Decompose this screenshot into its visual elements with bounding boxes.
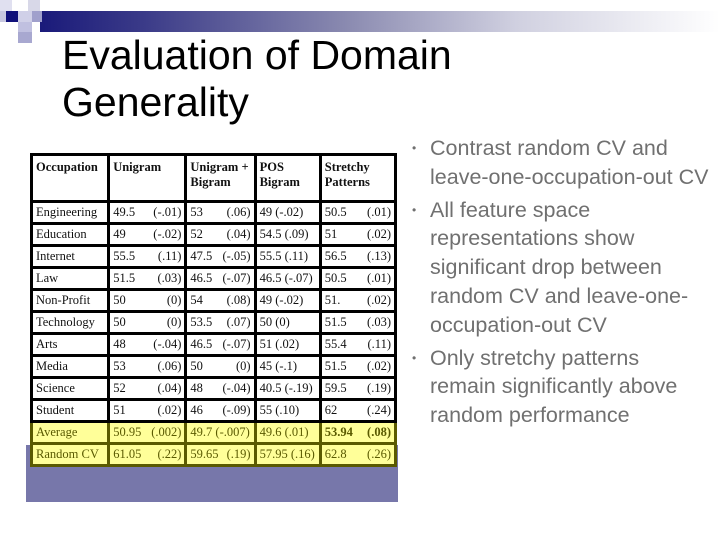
- bullet-dot-icon: •: [412, 141, 417, 155]
- results-table: Occupation Unigram Unigram + Bigram POS …: [29, 153, 398, 467]
- table-row: Internet 55.5 (.11) 47.5 (-.05) 55.5 (.11) 56.…: [29, 244, 398, 269]
- cell-stretchy-patterns: 55.4 (.11): [318, 332, 398, 357]
- cell-unigram-bigram: 54 (.08): [184, 288, 257, 313]
- cell-unigram: 55.5 (.11): [107, 244, 188, 269]
- cell-pos-bigram: 40.5 (-.19): [253, 376, 322, 401]
- header-gradient-bar: [40, 11, 720, 32]
- cell-unigram-bigram: 52 (.04): [184, 222, 257, 247]
- bullet-item: • Only stretchy patterns remain signific…: [412, 345, 678, 428]
- header-unigram-bigram: Unigram + Bigram: [184, 153, 257, 203]
- cell-stretchy-patterns: 62.8 (.26): [318, 442, 398, 467]
- cell-occupation: Random CV: [29, 442, 111, 467]
- cell-unigram: 51.5 (.03): [107, 266, 188, 291]
- cell-unigram-bigram: 46.5 (-.07): [184, 266, 257, 291]
- cell-pos-bigram: 49.6 (.01): [253, 420, 322, 445]
- deco-square: [18, 32, 32, 43]
- cell-occupation: Media: [29, 354, 111, 379]
- header-occupation: Occupation: [29, 153, 111, 203]
- cell-occupation: Science: [29, 376, 111, 401]
- cell-unigram: 48 (-.04): [107, 332, 188, 357]
- table-row: Media 53 (.06) 50 (0) 45 (-.1) 51.5 (.02): [29, 354, 398, 379]
- cell-unigram: 49 (-.02): [107, 222, 188, 247]
- cell-stretchy-patterns: 51 (.02): [318, 222, 398, 247]
- table-row: Education 49 (-.02) 52 (.04) 54.5 (.09) 51 (.02…: [29, 222, 398, 247]
- cell-occupation: Law: [29, 266, 111, 291]
- deco-square: [0, 22, 18, 32]
- header-pos-bigram: POS Bigram: [253, 153, 322, 203]
- cell-stretchy-patterns: 56.5 (.13): [318, 244, 398, 269]
- deco-square: [18, 11, 32, 22]
- table-row: Average 50.95 (.002) 49.7 (-.007) 49.6 (.01)…: [29, 420, 398, 445]
- header-unigram: Unigram: [107, 153, 188, 203]
- cell-unigram: 49.5 (-.01): [107, 200, 188, 225]
- cell-pos-bigram: 49 (-.02): [253, 200, 322, 225]
- table-row: Science 52 (.04) 48 (-.04) 40.5 (-.19) 59.5 (.1…: [29, 376, 398, 401]
- cell-stretchy-patterns: 51.5 (.03): [318, 310, 398, 335]
- cell-pos-bigram: 46.5 (-.07): [253, 266, 322, 291]
- deco-square: [12, 0, 28, 11]
- cell-stretchy-patterns: 51.5 (.02): [318, 354, 398, 379]
- results-table-container: Occupation Unigram Unigram + Bigram POS …: [29, 153, 398, 467]
- table-header-row: Occupation Unigram Unigram + Bigram POS …: [29, 153, 398, 203]
- bullet-dot-icon: •: [412, 202, 417, 217]
- cell-stretchy-patterns: 53.94 (.08): [318, 420, 398, 445]
- bullet-dot-icon: •: [412, 350, 417, 365]
- bullet-item: • All feature space representations show…: [412, 197, 689, 337]
- cell-stretchy-patterns: 50.5 (.01): [318, 200, 398, 225]
- deco-square: [6, 11, 18, 22]
- table-row: Engineering 49.5 (-.01) 53 (.06) 49 (-.02) 50.…: [29, 200, 398, 225]
- slide-title: Evaluation of Domain Generality: [62, 32, 452, 125]
- cell-unigram: 50.95 (.002): [107, 420, 188, 445]
- cell-pos-bigram: 54.5 (.09): [253, 222, 322, 247]
- cell-pos-bigram: 45 (-.1): [253, 354, 322, 379]
- cell-unigram: 50 (0): [107, 310, 188, 335]
- cell-unigram: 61.05 (.22): [107, 442, 188, 467]
- cell-occupation: Engineering: [29, 200, 111, 225]
- cell-pos-bigram: 50 (0): [253, 310, 322, 335]
- cell-unigram: 50 (0): [107, 288, 188, 313]
- cell-pos-bigram: 57.95 (.16): [253, 442, 322, 467]
- cell-unigram-bigram: 46 (-.09): [184, 398, 257, 423]
- cell-unigram: 51 (.02): [107, 398, 188, 423]
- cell-unigram-bigram: 47.5 (-.05): [184, 244, 257, 269]
- header-stretchy-patterns: Stretchy Patterns: [318, 153, 398, 203]
- cell-pos-bigram: 55.5 (.11): [253, 244, 322, 269]
- table-row: Student 51 (.02) 46 (-.09) 55 (.10) 62 (.24): [29, 398, 398, 423]
- deco-square: [18, 22, 32, 32]
- bullet-list: • Contrast random CV and leave-one-occup…: [410, 134, 710, 430]
- deco-square: [32, 11, 42, 22]
- cell-unigram: 53 (.06): [107, 354, 188, 379]
- table-row: Random CV 61.05 (.22) 59.65 (.19) 57.95 (.16)…: [29, 442, 398, 467]
- cell-unigram-bigram: 59.65 (.19): [184, 442, 257, 467]
- cell-unigram-bigram: 48 (-.04): [184, 376, 257, 401]
- cell-unigram-bigram: 53.5 (.07): [184, 310, 257, 335]
- table-row: Arts 48 (-.04) 46.5 (-.07) 51 (.02) 55.4 (.11): [29, 332, 398, 357]
- table-row: Law 51.5 (.03) 46.5 (-.07) 46.5 (-.07) 50.5 (.0…: [29, 266, 398, 291]
- cell-pos-bigram: 51 (.02): [253, 332, 322, 357]
- cell-occupation: Arts: [29, 332, 111, 357]
- cell-occupation: Average: [29, 420, 111, 445]
- cell-pos-bigram: 49 (-.02): [253, 288, 322, 313]
- cell-unigram-bigram: 53 (.06): [184, 200, 257, 225]
- cell-stretchy-patterns: 51. (.02): [318, 288, 398, 313]
- cell-unigram-bigram: 46.5 (-.07): [184, 332, 257, 357]
- cell-occupation: Education: [29, 222, 111, 247]
- deco-square: [28, 0, 40, 11]
- cell-unigram-bigram: 50 (0): [184, 354, 257, 379]
- bullet-item: • Contrast random CV and leave-one-occup…: [412, 136, 709, 189]
- cell-occupation: Internet: [29, 244, 111, 269]
- cell-occupation: Student: [29, 398, 111, 423]
- cell-stretchy-patterns: 62 (.24): [318, 398, 398, 423]
- cell-pos-bigram: 55 (.10): [253, 398, 322, 423]
- cell-unigram-bigram: 49.7 (-.007): [184, 420, 257, 445]
- cell-stretchy-patterns: 50.5 (.01): [318, 266, 398, 291]
- cell-stretchy-patterns: 59.5 (.19): [318, 376, 398, 401]
- table-row: Non-Profit 50 (0) 54 (.08) 49 (-.02) 51. (.02): [29, 288, 398, 313]
- table-row: Technology 50 (0) 53.5 (.07) 50 (0) 51.5 (.03): [29, 310, 398, 335]
- cell-occupation: Non-Profit: [29, 288, 111, 313]
- cell-occupation: Technology: [29, 310, 111, 335]
- cell-unigram: 52 (.04): [107, 376, 188, 401]
